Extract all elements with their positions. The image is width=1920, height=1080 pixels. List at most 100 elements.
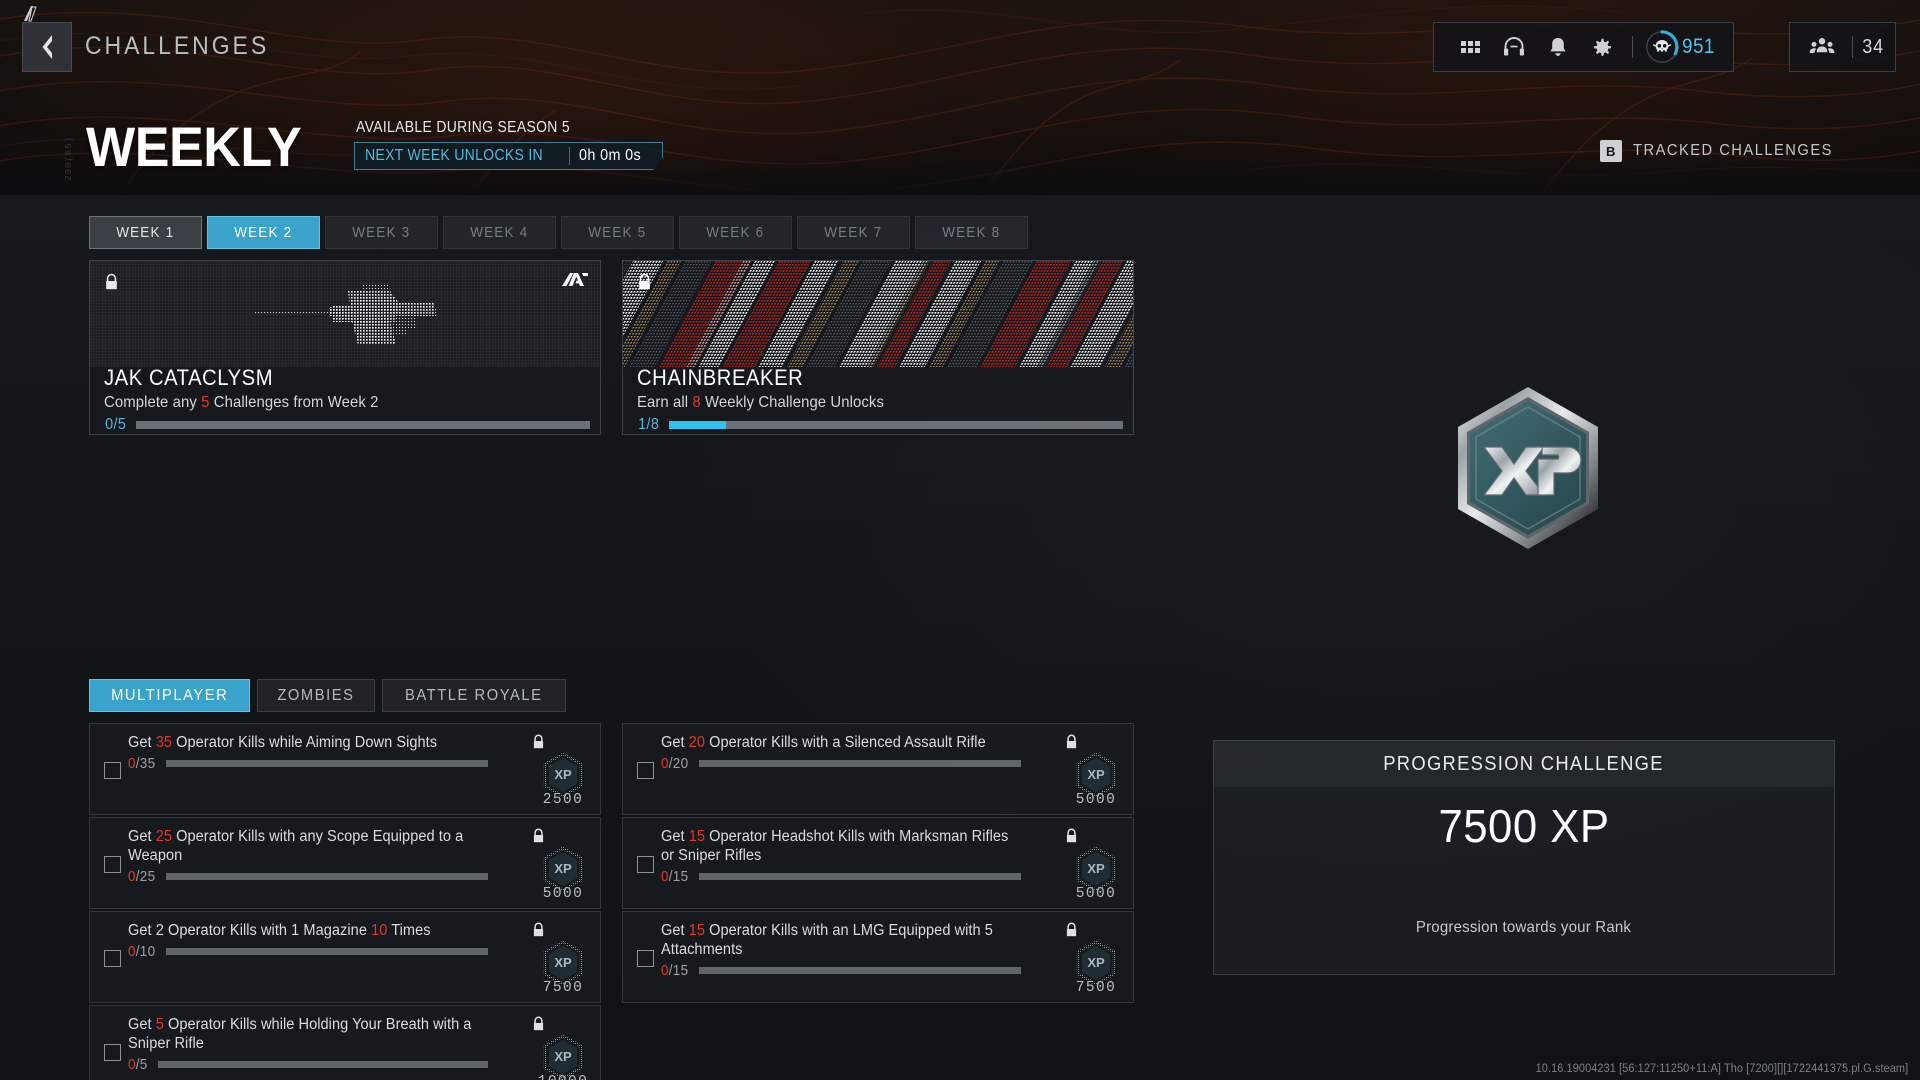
challenge-description: Get 5 Operator Kills while Holding Your … [128,1015,488,1053]
week-tab-label: WEEK 5 [588,224,647,241]
week-tab-4[interactable]: WEEK 4 [443,216,556,249]
challenge-track-checkbox[interactable] [104,950,121,967]
challenge-current-value: 0 [661,868,669,885]
week-tab-label: WEEK 7 [824,224,883,241]
challenge-card[interactable]: Get 5 Operator Kills while Holding Your … [89,1005,601,1080]
challenge-card[interactable]: Get 25 Operator Kills with any Scope Equ… [89,817,601,909]
challenge-track-checkbox[interactable] [637,856,654,873]
week-tab-label: WEEK 6 [706,224,765,241]
reward-progress-fill [669,421,727,429]
challenge-progress: 0/25 [128,868,488,885]
challenge-progress: 0/15 [661,962,1021,979]
divider [1632,36,1634,58]
challenge-progress: 0/15 [661,868,1021,885]
lock-icon [1065,922,1078,943]
challenge-progress-text: 0/25 [128,868,156,885]
week-tab-2[interactable]: WEEK 2 [207,216,320,249]
challenge-body: Get 20 Operator Kills with a Silenced As… [661,733,1021,772]
challenge-track-checkbox[interactable] [637,950,654,967]
challenge-current-value: 0 [661,755,669,772]
challenge-track-checkbox[interactable] [104,1044,121,1061]
top-bar: CHALLENGES 951 34 [0,0,1920,96]
challenge-progress-bar [166,948,488,955]
challenge-card[interactable]: Get 2 Operator Kills with 1 Magazine 10 … [89,911,601,1003]
challenge-card[interactable]: Get 20 Operator Kills with a Silenced As… [622,723,1134,815]
week-tab-3[interactable]: WEEK 3 [325,216,438,249]
lock-icon [532,828,545,849]
mode-tab-multiplayer[interactable]: MULTIPLAYER [89,679,251,712]
reward-description: Earn all 8 Weekly Challenge Unlocks [637,394,884,412]
progression-caption: Progression towards your Rank [1416,919,1632,936]
desc-highlight: 8 [692,394,701,411]
challenge-text-part: Operator Kills with an LMG Equipped with… [661,922,993,958]
xp-hexagon-emblem [1452,385,1604,551]
challenge-progress-text: 0/5 [128,1056,148,1073]
reward-card-jak-cataclysm[interactable]: JAK CATACLYSM Complete any 5 Challenges … [89,260,601,435]
mode-tab-zombies[interactable]: ZOMBIES [257,679,376,712]
challenge-reward: XP 7500 [1059,912,1133,1002]
reward-progress-text: 1/8 [638,416,660,433]
challenge-text-part: Get [128,734,156,751]
mode-tab-bar: MULTIPLAYER ZOMBIES BATTLE ROYALE [89,679,566,712]
weapon-blueprint-art [90,261,600,367]
back-button[interactable] [22,22,72,72]
progression-panel-header: PROGRESSION CHALLENGE [1214,741,1834,787]
challenge-description: Get 2 Operator Kills with 1 Magazine 10 … [128,921,488,940]
challenge-progress-text: 0/15 [661,868,689,885]
challenge-text-part: Times [387,922,431,939]
challenge-card[interactable]: Get 35 Operator Kills while Aiming Down … [89,723,601,815]
divider [1851,36,1853,58]
week-tab-8[interactable]: WEEK 8 [915,216,1028,249]
challenge-progress: 0/20 [661,755,1021,772]
challenge-xp-value: 7500 [542,980,584,996]
squad-count: 34 [1861,35,1884,58]
main-content: WEEK 1 WEEK 2 WEEK 3 WEEK 4 WEEK 5 WEEK 6 WEEK… [0,195,1920,1080]
challenge-xp-value: 10000 [526,1074,600,1080]
week-tab-5[interactable]: WEEK 5 [561,216,674,249]
tracked-challenges-button[interactable]: B TRACKED CHALLENGES [1599,140,1850,162]
challenge-progress-bar [699,760,1021,767]
availability-text: AVAILABLE DURING SEASON 5 [356,119,570,136]
challenge-track-checkbox[interactable] [104,762,121,779]
reward-progress-text: 0/5 [105,416,127,433]
reward-card-chainbreaker[interactable]: CHAINBREAKER Earn all 8 Weekly Challenge… [622,260,1134,435]
challenge-goal-number: 15 [688,922,706,939]
settings-gear-icon[interactable] [1580,23,1624,71]
challenge-goal-number: 20 [688,734,706,751]
notifications-bell-icon[interactable] [1536,23,1580,71]
tracked-challenges-label: TRACKED CHALLENGES [1632,142,1833,159]
challenge-progress: 0/35 [128,755,488,772]
week-tab-1[interactable]: WEEK 1 [89,216,202,249]
headset-icon[interactable] [1492,23,1536,71]
week-tab-bar: WEEK 1 WEEK 2 WEEK 3 WEEK 4 WEEK 5 WEEK 6 WEEK… [89,216,1028,249]
challenge-xp-value: 5000 [1075,886,1117,902]
challenge-xp-value: 5000 [542,886,584,902]
svg-text:XP: XP [554,861,572,876]
reward-progress-bar [136,421,590,429]
challenge-card[interactable]: Get 15 Operator Kills with an LMG Equipp… [622,911,1134,1003]
timer-label: NEXT WEEK UNLOCKS IN [365,147,543,164]
challenge-track-checkbox[interactable] [637,762,654,779]
challenge-progress-text: 0/20 [661,755,689,772]
challenge-progress-bar [166,760,488,767]
challenge-xp-value: 2500 [542,792,584,808]
build-version-text: 10.16.19004231 [56:127:11250+11:A] Tho [… [1535,1063,1908,1075]
rank-badge[interactable]: 951 [1641,30,1719,64]
challenge-goal-number: 15 [688,828,706,845]
activision-mark-icon [20,4,42,24]
reward-title: JAK CATACLYSM [104,365,274,390]
week-tab-6[interactable]: WEEK 6 [679,216,792,249]
challenge-current-value: 0 [128,868,136,885]
week-tab-7[interactable]: WEEK 7 [797,216,910,249]
challenge-current-value: 0 [128,1056,136,1073]
apps-grid-icon[interactable] [1448,23,1492,71]
camo-art [623,261,1133,367]
svg-text:XP: XP [554,1049,572,1064]
challenge-text-part: Get [128,1016,156,1033]
challenge-card[interactable]: Get 15 Operator Headshot Kills with Mark… [622,817,1134,909]
challenge-body: Get 5 Operator Kills while Holding Your … [128,1015,488,1073]
squad-members-icon[interactable] [1800,23,1844,71]
mode-tab-battle-royale[interactable]: BATTLE ROYALE [382,679,566,712]
challenge-track-checkbox[interactable] [104,856,121,873]
lock-icon [637,273,652,296]
